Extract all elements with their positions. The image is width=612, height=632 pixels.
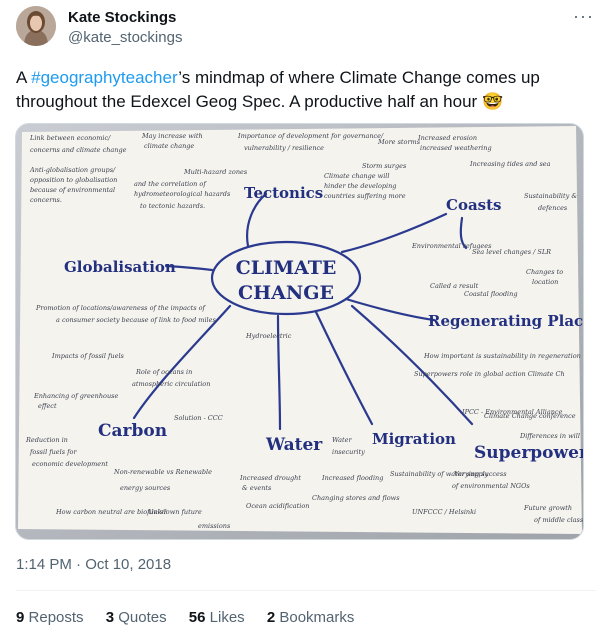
mindmap-note: Unknown future bbox=[148, 508, 202, 516]
likes-count: 56 bbox=[188, 609, 206, 626]
tweet-header: Kate Stockings @kate_stockings ··· bbox=[16, 6, 596, 50]
mindmap-note: & events bbox=[242, 484, 272, 492]
quotes-stat[interactable]: 3 Quotes bbox=[106, 609, 167, 626]
mindmap-note: hinder the developing bbox=[324, 182, 396, 190]
mindmap-photo: CLIMATE CHANGE Tectonics Coasts Globalis… bbox=[16, 124, 583, 539]
quotes-label: Quotes bbox=[118, 609, 167, 626]
mindmap-note: opposition to globalisation bbox=[30, 176, 117, 184]
mindmap-note: hydrometeorological hazards bbox=[134, 190, 231, 198]
mindmap-note: emissions bbox=[198, 522, 231, 530]
mindmap-note: location bbox=[532, 278, 558, 286]
mindmap-note: Changes to bbox=[526, 268, 563, 276]
likes-stat[interactable]: 56 Likes bbox=[189, 609, 245, 626]
mindmap-note: economic development bbox=[32, 460, 108, 468]
mindmap-note: Environmental refugees bbox=[411, 242, 492, 250]
mindmap-note: Ocean acidification bbox=[246, 502, 309, 510]
branch-migration: Migration bbox=[372, 430, 456, 448]
mindmap-note: concerns. bbox=[30, 196, 62, 204]
mindmap-note: energy sources bbox=[120, 484, 171, 492]
mindmap-note: of middle class bbox=[534, 516, 583, 524]
nerd-face-emoji: 🤓 bbox=[481, 92, 504, 111]
tweet-text-start: A bbox=[16, 68, 32, 87]
mindmap-note: Reduction in bbox=[25, 436, 68, 444]
mindmap-note: concerns and climate change bbox=[30, 146, 127, 154]
mindmap-note: Increased drought bbox=[239, 474, 301, 482]
mindmap-note: Impacts of fossil fuels bbox=[51, 352, 125, 360]
branch-globalisation: Globalisation bbox=[64, 258, 176, 276]
branch-tectonics: Tectonics bbox=[244, 184, 323, 202]
mindmap-note: Superpowers role in global action Climat… bbox=[414, 370, 565, 378]
mindmap-note: Coastal flooding bbox=[464, 290, 517, 298]
mindmap-note: defences bbox=[538, 204, 568, 212]
mindmap-note: Varying success bbox=[454, 470, 507, 478]
likes-label: Likes bbox=[209, 609, 245, 626]
branch-superpowers: Superpower bbox=[474, 443, 583, 463]
author-handle[interactable]: @kate_stockings bbox=[68, 29, 182, 46]
mindmap-note: vulnerability / resilience bbox=[244, 144, 324, 152]
center-line-2: CHANGE bbox=[238, 282, 334, 304]
tweet-photo[interactable]: CLIMATE CHANGE Tectonics Coasts Globalis… bbox=[15, 123, 584, 540]
reposts-count: 9 bbox=[16, 609, 25, 626]
mindmap-note: Solution - CCC bbox=[174, 414, 223, 422]
mindmap-note: increased weathering bbox=[420, 144, 492, 152]
avatar[interactable] bbox=[16, 6, 56, 46]
mindmap-note: Storm surges bbox=[362, 162, 407, 170]
mindmap-note: to tectonic hazards. bbox=[140, 202, 205, 210]
mindmap-note: and the correlation of bbox=[134, 180, 207, 188]
mindmap-note: of environmental NGOs bbox=[452, 482, 530, 490]
engagement-stats: 9 Reposts 3 Quotes 56 Likes 2 Bookmarks bbox=[16, 609, 372, 626]
mindmap-note: Anti-globalisation groups/ bbox=[29, 166, 116, 174]
mindmap-note: More storms bbox=[377, 138, 421, 146]
mindmap-note: Water bbox=[332, 436, 352, 444]
mindmap-note: Non-renewable vs Renewable bbox=[113, 468, 212, 476]
tweet-timestamp[interactable]: 1:14 PM · Oct 10, 2018 bbox=[16, 556, 171, 573]
mindmap-note: Multi-hazard zones bbox=[183, 168, 248, 176]
hashtag-link[interactable]: #geographyteacher bbox=[31, 68, 178, 87]
bookmarks-label: Bookmarks bbox=[279, 609, 355, 626]
mindmap-note: Climate change will bbox=[324, 172, 389, 180]
mindmap-note: Sustainability & bbox=[524, 192, 577, 200]
avatar-image bbox=[16, 6, 56, 46]
mindmap-note: effect bbox=[38, 402, 57, 410]
mindmap-note: Increased erosion bbox=[417, 134, 477, 142]
center-line-1: CLIMATE bbox=[236, 257, 337, 279]
mindmap-note: Increased flooding bbox=[321, 474, 383, 482]
mindmap-note: climate change bbox=[144, 142, 194, 150]
tweet-text: A #geographyteacher’s mindmap of where C… bbox=[16, 66, 576, 114]
reposts-stat[interactable]: 9 Reposts bbox=[16, 609, 84, 626]
mindmap-note: Promotion of locations/awareness of the … bbox=[35, 304, 207, 312]
mindmap-note: Importance of development for governance… bbox=[237, 132, 384, 140]
mindmap-note: insecurity bbox=[332, 448, 365, 456]
branch-coasts: Coasts bbox=[446, 196, 501, 214]
mindmap-note: Increasing tides and sea bbox=[469, 160, 551, 168]
mindmap-note: How important is sustainability in regen… bbox=[423, 352, 581, 360]
mindmap-note: Role of oceans in bbox=[135, 368, 192, 376]
mindmap-note: UNFCCC / Helsinki bbox=[412, 508, 476, 516]
divider bbox=[16, 590, 596, 591]
mindmap-note: Climate Change conference bbox=[484, 412, 576, 420]
mindmap-note: Hydroelectric bbox=[245, 332, 292, 340]
branch-carbon: Carbon bbox=[98, 421, 167, 441]
more-options-icon[interactable]: ··· bbox=[573, 6, 594, 27]
branch-regenerating: Regenerating Plac bbox=[428, 312, 583, 330]
bookmarks-stat[interactable]: 2 Bookmarks bbox=[267, 609, 355, 626]
reposts-label: Reposts bbox=[28, 609, 84, 626]
mindmap-note: because of environmental bbox=[30, 186, 115, 194]
mindmap-note: May increase with bbox=[141, 132, 203, 140]
mindmap-note: Differences in will bbox=[519, 432, 580, 440]
mindmap-note: Called a result bbox=[430, 282, 479, 290]
mindmap-note: countries suffering more bbox=[324, 192, 406, 200]
author-name[interactable]: Kate Stockings bbox=[68, 9, 176, 26]
mindmap-note: atmospheric circulation bbox=[132, 380, 210, 388]
mindmap-note: Enhancing of greenhouse bbox=[33, 392, 118, 400]
bookmarks-count: 2 bbox=[266, 609, 276, 626]
mindmap-note: Link between economic/ bbox=[29, 134, 111, 142]
mindmap-note: Future growth bbox=[523, 504, 572, 512]
mindmap-note: a consumer society because of link to fo… bbox=[56, 316, 218, 324]
quotes-count: 3 bbox=[105, 609, 115, 626]
mindmap-note: Changing stores and flows bbox=[312, 494, 400, 502]
branch-water: Water bbox=[265, 435, 323, 455]
mindmap-note: fossil fuels for bbox=[29, 448, 77, 456]
